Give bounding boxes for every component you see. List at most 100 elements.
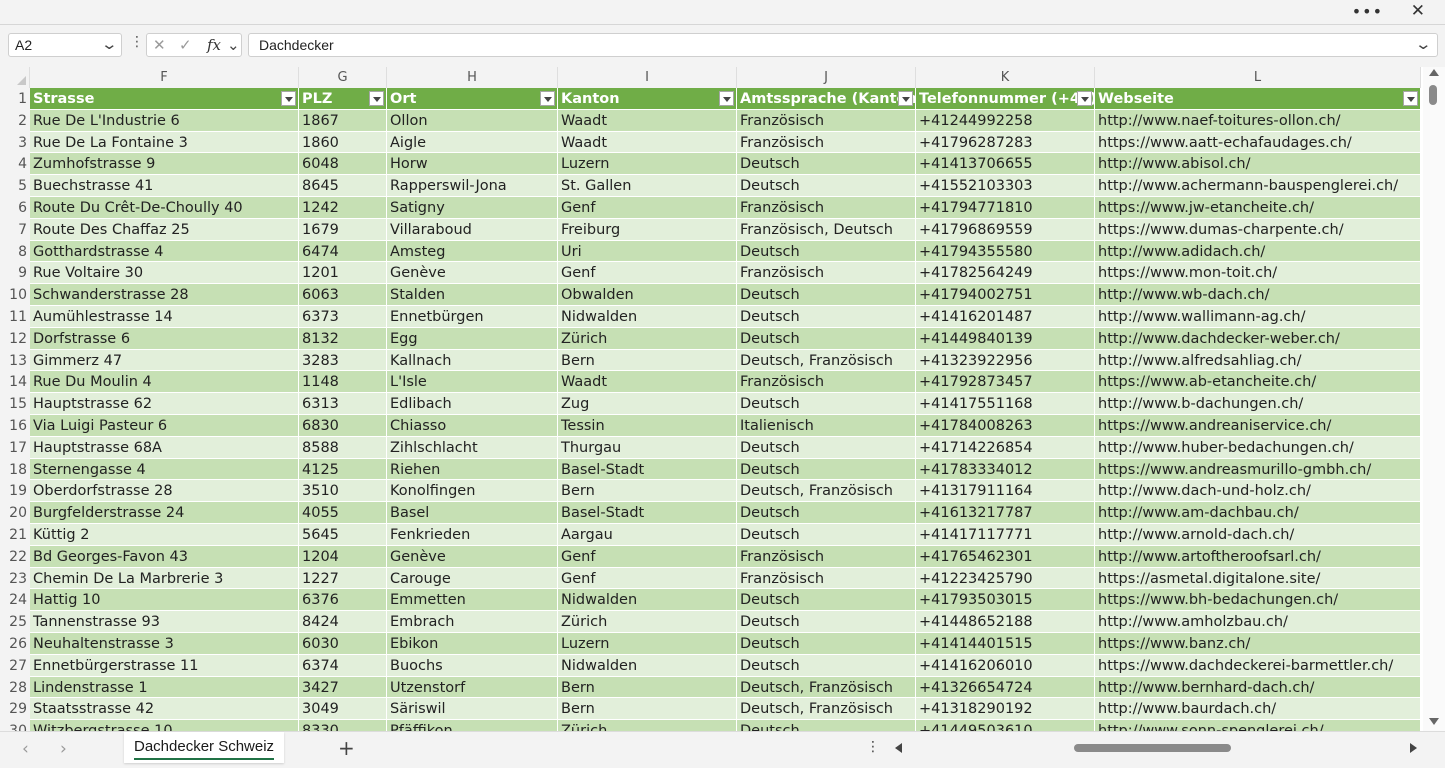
table-cell[interactable]: 6313 bbox=[299, 393, 387, 415]
scroll-up-icon[interactable] bbox=[1429, 69, 1439, 76]
table-cell[interactable]: +41784008263 bbox=[916, 415, 1095, 437]
table-cell[interactable]: http://www.wb-dach.ch/ bbox=[1095, 284, 1421, 306]
table-cell[interactable]: Deutsch bbox=[737, 502, 916, 524]
table-cell[interactable]: Deutsch bbox=[737, 153, 916, 176]
table-cell[interactable]: Buechstrasse 41 bbox=[30, 175, 299, 197]
table-cell[interactable]: http://www.artoftheroofsarl.ch/ bbox=[1095, 545, 1421, 568]
table-cell[interactable]: Obwalden bbox=[558, 284, 737, 306]
table-cell[interactable]: Waadt bbox=[558, 109, 737, 132]
table-cell[interactable]: +41794771810 bbox=[916, 197, 1095, 219]
filter-dropdown-icon[interactable] bbox=[719, 91, 734, 106]
table-cell[interactable]: Schwanderstrasse 28 bbox=[30, 284, 299, 306]
table-cell[interactable]: Gotthardstrasse 4 bbox=[30, 240, 299, 263]
table-cell[interactable]: Aargau bbox=[558, 524, 737, 546]
table-cell[interactable]: +41793503015 bbox=[916, 589, 1095, 612]
table-cell[interactable]: Bern bbox=[558, 480, 737, 503]
table-cell[interactable]: Utzenstorf bbox=[387, 676, 558, 699]
table-cell[interactable]: Französisch bbox=[737, 197, 916, 219]
enter-check-icon[interactable]: ✓ bbox=[179, 36, 192, 54]
table-cell[interactable]: Französisch bbox=[737, 262, 916, 285]
table-cell[interactable]: Pfäffikon bbox=[387, 720, 558, 731]
table-cell[interactable]: Dorfstrasse 6 bbox=[30, 327, 299, 350]
table-cell[interactable]: Deutsch, Französisch bbox=[737, 698, 916, 721]
horizontal-scroll-thumb[interactable] bbox=[1074, 744, 1231, 752]
table-cell[interactable]: Deutsch bbox=[737, 633, 916, 655]
table-cell[interactable]: Villaraboud bbox=[387, 218, 558, 241]
table-cell[interactable]: 6474 bbox=[299, 240, 387, 263]
table-cell[interactable]: Deutsch bbox=[737, 306, 916, 328]
close-icon[interactable]: ✕ bbox=[1411, 1, 1425, 21]
table-cell[interactable]: Luzern bbox=[558, 153, 737, 176]
scroll-down-icon[interactable] bbox=[1429, 718, 1439, 725]
table-cell[interactable]: Buochs bbox=[387, 654, 558, 677]
row-header[interactable]: 17 bbox=[0, 436, 30, 459]
table-cell[interactable]: Ebikon bbox=[387, 633, 558, 655]
column-header-g[interactable]: G bbox=[299, 67, 387, 88]
row-header[interactable]: 8 bbox=[0, 240, 30, 263]
row-header[interactable]: 10 bbox=[0, 284, 30, 306]
table-cell[interactable]: +41416201487 bbox=[916, 306, 1095, 328]
table-cell[interactable]: Thurgau bbox=[558, 436, 737, 459]
table-cell[interactable]: Luzern bbox=[558, 633, 737, 655]
table-header-cell[interactable]: Strasse bbox=[30, 88, 299, 110]
table-cell[interactable]: Deutsch bbox=[737, 284, 916, 306]
table-cell[interactable]: https://www.dumas-charpente.ch/ bbox=[1095, 218, 1421, 241]
row-header[interactable]: 11 bbox=[0, 306, 30, 328]
table-cell[interactable]: Genève bbox=[387, 545, 558, 568]
table-cell[interactable]: Waadt bbox=[558, 131, 737, 154]
table-cell[interactable]: 1867 bbox=[299, 109, 387, 132]
table-cell[interactable]: Embrach bbox=[387, 611, 558, 633]
row-header[interactable]: 14 bbox=[0, 371, 30, 394]
table-cell[interactable]: 3427 bbox=[299, 676, 387, 699]
row-header[interactable]: 25 bbox=[0, 611, 30, 633]
table-cell[interactable]: 6376 bbox=[299, 589, 387, 612]
table-cell[interactable]: Nidwalden bbox=[558, 306, 737, 328]
table-cell[interactable]: +41323922956 bbox=[916, 349, 1095, 372]
table-cell[interactable]: Bern bbox=[558, 349, 737, 372]
table-cell[interactable]: +41796869559 bbox=[916, 218, 1095, 241]
table-cell[interactable]: Basel-Stadt bbox=[558, 458, 737, 481]
table-cell[interactable]: 3510 bbox=[299, 480, 387, 503]
filter-dropdown-icon[interactable] bbox=[898, 91, 913, 106]
column-header-i[interactable]: I bbox=[558, 67, 737, 88]
row-header[interactable]: 20 bbox=[0, 502, 30, 524]
table-cell[interactable]: 8645 bbox=[299, 175, 387, 197]
table-cell[interactable]: Deutsch bbox=[737, 611, 916, 633]
table-cell[interactable]: Riehen bbox=[387, 458, 558, 481]
table-cell[interactable]: Deutsch bbox=[737, 458, 916, 481]
chevron-down-icon[interactable]: ⌄ bbox=[227, 36, 240, 54]
table-cell[interactable]: Hattig 10 bbox=[30, 589, 299, 612]
table-cell[interactable]: Deutsch bbox=[737, 524, 916, 546]
table-cell[interactable]: Bern bbox=[558, 676, 737, 699]
table-cell[interactable]: https://www.ab-etancheite.ch/ bbox=[1095, 371, 1421, 394]
table-cell[interactable]: Via Luigi Pasteur 6 bbox=[30, 415, 299, 437]
row-header[interactable]: 4 bbox=[0, 153, 30, 176]
table-cell[interactable]: +41223425790 bbox=[916, 567, 1095, 590]
table-cell[interactable]: Deutsch bbox=[737, 393, 916, 415]
table-cell[interactable]: +41413706655 bbox=[916, 153, 1095, 176]
table-cell[interactable]: 6063 bbox=[299, 284, 387, 306]
table-cell[interactable]: Amsteg bbox=[387, 240, 558, 263]
table-cell[interactable]: http://www.wallimann-ag.ch/ bbox=[1095, 306, 1421, 328]
table-cell[interactable]: Basel bbox=[387, 502, 558, 524]
table-cell[interactable]: 1860 bbox=[299, 131, 387, 154]
table-cell[interactable]: Küttig 2 bbox=[30, 524, 299, 546]
row-header[interactable]: 21 bbox=[0, 524, 30, 546]
table-cell[interactable]: https://www.mon-toit.ch/ bbox=[1095, 262, 1421, 285]
table-cell[interactable]: 1148 bbox=[299, 371, 387, 394]
table-cell[interactable]: Zürich bbox=[558, 720, 737, 731]
table-cell[interactable]: Zürich bbox=[558, 327, 737, 350]
table-cell[interactable]: +41765462301 bbox=[916, 545, 1095, 568]
more-options-icon[interactable]: ••• bbox=[1352, 2, 1383, 21]
table-cell[interactable]: 1201 bbox=[299, 262, 387, 285]
table-cell[interactable]: +41449840139 bbox=[916, 327, 1095, 350]
table-cell[interactable]: Hauptstrasse 68A bbox=[30, 436, 299, 459]
table-cell[interactable]: Französisch, Deutsch bbox=[737, 218, 916, 241]
table-cell[interactable]: https://www.dachdeckerei-barmettler.ch/ bbox=[1095, 654, 1421, 677]
table-cell[interactable]: 3049 bbox=[299, 698, 387, 721]
table-cell[interactable]: 6374 bbox=[299, 654, 387, 677]
table-cell[interactable]: http://www.bernhard-dach.ch/ bbox=[1095, 676, 1421, 699]
table-cell[interactable]: Rue De La Fontaine 3 bbox=[30, 131, 299, 154]
table-cell[interactable]: L'Isle bbox=[387, 371, 558, 394]
table-cell[interactable]: Neuhaltenstrasse 3 bbox=[30, 633, 299, 655]
